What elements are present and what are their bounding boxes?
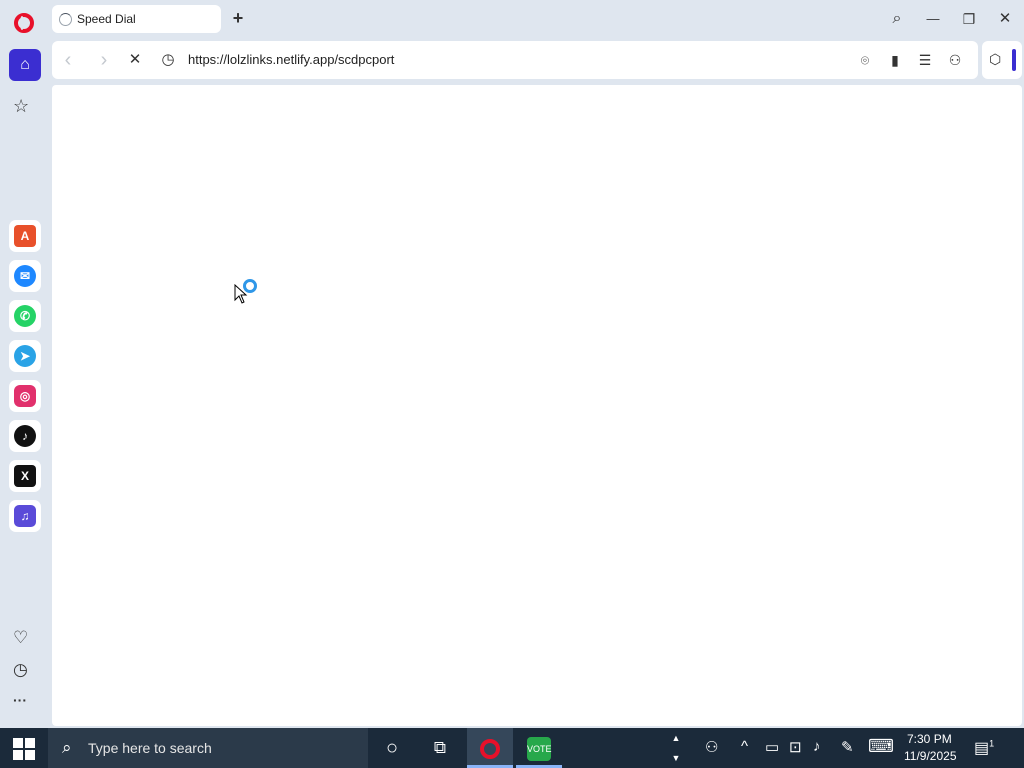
page-content[interactable] [52,85,1022,726]
taskbar-search-box[interactable]: ⌕ Type here to search [48,728,368,768]
x-icon[interactable]: X [9,460,41,492]
tab-speed-dial[interactable]: Speed Dial [52,5,221,33]
clock-date[interactable]: 11/9/2025 [904,749,957,763]
forward-button[interactable]: › [94,50,114,70]
snapshot-icon[interactable]: ⌾ [855,50,875,70]
busy-indicator-icon [243,279,257,293]
address-bar: ‹ › ✕ ◷ https://lolzlinks.netlify.app/sc… [52,41,978,79]
home-icon[interactable]: ⌂ [9,49,41,81]
people-icon[interactable]: ⚇ [705,738,718,756]
whatsapp-icon[interactable]: ✆ [9,300,41,332]
close-button[interactable]: ✕ [994,8,1016,30]
notification-count: 1 [989,738,995,749]
sidebar: ⌂ ☆ A ✉ ✆ ➤ ◎ ♪ X ♫ ♡ ◷ ··· [0,38,48,728]
sidebar-indicator [1012,49,1016,71]
task-view-icon[interactable]: ⧉ [417,728,463,768]
volume-icon[interactable]: ♪ [813,738,821,755]
easy-setup-icon[interactable]: ☰ [915,50,935,70]
site-info-icon[interactable]: ◷ [158,50,178,70]
opera-taskbar-icon[interactable] [467,728,513,768]
instagram-icon[interactable]: ◎ [9,380,41,412]
aria-icon[interactable]: A [9,220,41,252]
title-bar: Speed Dial + ⌕ — ❐ ✕ [0,0,1024,38]
tiktok-icon[interactable]: ♪ [9,420,41,452]
url-field[interactable]: https://lolzlinks.netlify.app/scdpcport [188,52,394,67]
tab-search-icon[interactable]: ⌕ [886,8,908,30]
pen-workspace-icon[interactable]: ✎ [841,738,854,756]
opera-menu-icon[interactable] [14,13,34,33]
history-icon[interactable]: ◷ [13,660,28,680]
network-icon[interactable]: ⊡ [789,738,802,756]
account-icon[interactable]: ⚇ [945,50,965,70]
show-hidden-icons-chevron-icon[interactable]: ^ [741,738,748,755]
loading-spinner-icon [59,13,72,26]
telegram-icon[interactable]: ➤ [9,340,41,372]
keyboard-icon[interactable]: ⌨ [868,736,894,757]
clock-time[interactable]: 7:30 PM [907,732,952,746]
notification-center-icon[interactable]: ▤1 [974,738,994,758]
tab-title: Speed Dial [77,12,136,26]
taskbar-scroll-arrows[interactable]: ▲ ▼ [669,728,683,768]
cortana-icon[interactable]: ○ [369,728,415,768]
extensions-panel: ⬡ [982,41,1022,79]
pinned-app-icon[interactable]: VOTE [516,728,562,768]
back-button[interactable]: ‹ [58,50,78,70]
new-tab-button[interactable]: + [229,9,247,27]
extensions-cube-icon[interactable]: ⬡ [989,51,1001,68]
windows-start-icon[interactable] [13,738,35,760]
battery-icon[interactable]: ▭ [765,738,779,756]
more-icon[interactable]: ··· [13,692,27,708]
search-placeholder: Type here to search [88,740,212,756]
minimize-button[interactable]: — [922,8,944,30]
stop-loading-button[interactable]: ✕ [125,50,145,70]
favorites-heart-icon[interactable]: ♡ [13,628,28,648]
music-player-icon[interactable]: ♫ [9,500,41,532]
taskbar: ⌕ Type here to search ○ ⧉ VOTE ▲ ▼ ⚇ ^ ▭ … [0,728,1024,768]
messenger-icon[interactable]: ✉ [9,260,41,292]
bookmarks-icon[interactable]: ☆ [13,96,29,117]
search-icon: ⌕ [62,738,72,757]
battery-saver-icon[interactable]: ▮ [885,50,905,70]
restore-button[interactable]: ❐ [958,8,980,30]
